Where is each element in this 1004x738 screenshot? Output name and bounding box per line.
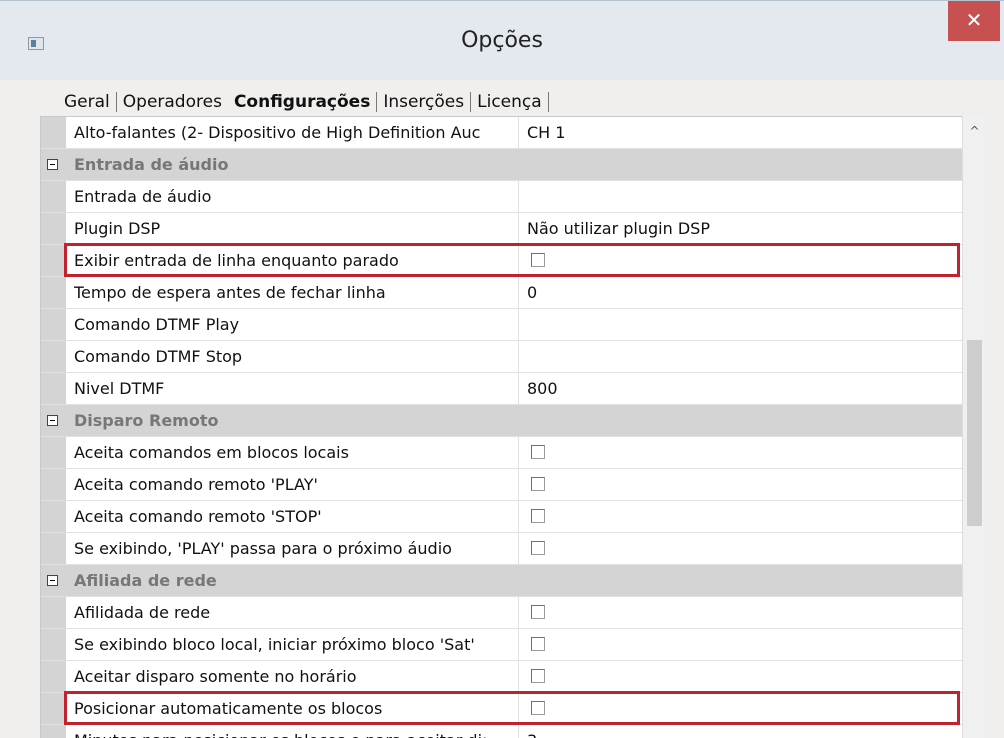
property-value[interactable]: CH 1 <box>527 117 963 148</box>
checkbox[interactable] <box>531 477 545 491</box>
property-name: Aceita comando remoto 'STOP' <box>74 501 519 532</box>
title-bar: Opções ✕ <box>0 0 1004 80</box>
property-value[interactable]: 800 <box>527 373 963 404</box>
property-name: Aceita comandos em blocos locais <box>74 437 519 468</box>
property-row[interactable]: Aceitar disparo somente no horário <box>41 661 963 693</box>
property-row[interactable]: Nivel DTMF 800 <box>41 373 963 405</box>
property-name: Aceitar disparo somente no horário <box>74 661 519 692</box>
row-margin <box>41 405 66 436</box>
window-title: Opções <box>461 28 543 53</box>
row-margin <box>41 661 66 692</box>
row-margin <box>41 725 66 738</box>
property-value[interactable] <box>527 181 963 212</box>
property-row[interactable]: Aceita comando remoto 'PLAY' <box>41 469 963 501</box>
property-name: Tempo de espera antes de fechar linha <box>74 277 519 308</box>
property-grid: Alto-falantes (2- Dispositivo de High De… <box>40 116 986 738</box>
row-margin <box>41 341 66 372</box>
property-name: Se exibindo, 'PLAY' passa para o próximo… <box>74 533 519 564</box>
property-name: Plugin DSP <box>74 213 519 244</box>
property-value[interactable] <box>527 309 963 340</box>
property-row[interactable]: Aceita comandos em blocos locais <box>41 437 963 469</box>
property-value[interactable] <box>527 469 963 500</box>
category-label: Entrada de áudio <box>74 155 229 174</box>
property-value[interactable]: 0 <box>527 277 963 308</box>
property-name: Comando DTMF Stop <box>74 341 519 372</box>
property-row[interactable]: Entrada de áudio <box>41 181 963 213</box>
tab-operadores[interactable]: Operadores <box>117 88 228 116</box>
property-row[interactable]: Comando DTMF Stop <box>41 341 963 373</box>
property-value[interactable] <box>527 597 963 628</box>
row-margin <box>41 629 66 660</box>
tab-geral[interactable]: Geral <box>58 88 116 116</box>
close-button[interactable]: ✕ <box>948 1 1000 41</box>
property-name: Entrada de áudio <box>74 181 519 212</box>
property-value[interactable] <box>527 661 963 692</box>
property-name: Afilidada de rede <box>74 597 519 628</box>
collapse-minus-icon[interactable] <box>47 159 58 170</box>
row-margin <box>41 117 66 148</box>
property-value[interactable]: Não utilizar plugin DSP <box>527 213 963 244</box>
checkbox[interactable] <box>531 605 545 619</box>
row-margin <box>41 149 66 180</box>
collapse-minus-icon[interactable] <box>47 575 58 586</box>
property-value[interactable] <box>527 533 963 564</box>
property-name: Se exibindo bloco local, iniciar próximo… <box>74 629 519 660</box>
property-value[interactable] <box>527 629 963 660</box>
row-margin <box>41 309 66 340</box>
row-margin <box>41 373 66 404</box>
property-value[interactable]: 3 <box>527 725 963 738</box>
category-label: Disparo Remoto <box>74 411 219 430</box>
row-margin <box>41 597 66 628</box>
tab-insercoes[interactable]: Inserções <box>377 88 470 116</box>
checkbox[interactable] <box>531 509 545 523</box>
row-margin <box>41 469 66 500</box>
property-name: Nivel DTMF <box>74 373 519 404</box>
category-row[interactable]: Disparo Remoto <box>41 405 963 437</box>
property-value[interactable] <box>527 341 963 372</box>
property-name: Comando DTMF Play <box>74 309 519 340</box>
collapse-minus-icon[interactable] <box>47 415 58 426</box>
highlight-box-posicionar-blocos <box>64 691 960 725</box>
property-name: Aceita comando remoto 'PLAY' <box>74 469 519 500</box>
row-margin <box>41 245 66 276</box>
property-name: Minutos para posicionar os blocos e para… <box>74 725 519 738</box>
scroll-up-arrow-icon[interactable]: ^ <box>963 124 986 144</box>
property-row[interactable]: Aceita comando remoto 'STOP' <box>41 501 963 533</box>
row-margin <box>41 277 66 308</box>
checkbox[interactable] <box>531 637 545 651</box>
property-value[interactable] <box>527 501 963 532</box>
row-margin <box>41 565 66 596</box>
property-row[interactable]: Comando DTMF Play <box>41 309 963 341</box>
tab-separator <box>547 92 549 112</box>
checkbox[interactable] <box>531 445 545 459</box>
category-label: Afiliada de rede <box>74 571 217 590</box>
highlight-box-exibir-entrada <box>64 243 960 277</box>
row-margin <box>41 533 66 564</box>
tab-bar: Geral Operadores Configurações Inserções Lic… <box>58 88 549 116</box>
property-row[interactable]: Se exibindo bloco local, iniciar próximo… <box>41 629 963 661</box>
row-margin <box>41 437 66 468</box>
property-row[interactable]: Se exibindo, 'PLAY' passa para o próximo… <box>41 533 963 565</box>
property-row[interactable]: Plugin DSP Não utilizar plugin DSP <box>41 213 963 245</box>
property-row[interactable]: Tempo de espera antes de fechar linha 0 <box>41 277 963 309</box>
row-margin <box>41 181 66 212</box>
property-row[interactable]: Minutos para posicionar os blocos e para… <box>41 725 963 738</box>
vertical-scrollbar[interactable]: ^ <box>962 116 986 738</box>
scroll-thumb[interactable] <box>967 340 982 526</box>
property-value[interactable] <box>527 437 963 468</box>
property-row[interactable]: Afilidada de rede <box>41 597 963 629</box>
checkbox[interactable] <box>531 669 545 683</box>
category-row[interactable]: Entrada de áudio <box>41 149 963 181</box>
tab-configuracoes[interactable]: Configurações <box>228 88 376 116</box>
property-name: Alto-falantes (2- Dispositivo de High De… <box>74 117 519 148</box>
row-margin <box>41 501 66 532</box>
property-row[interactable]: Alto-falantes (2- Dispositivo de High De… <box>41 117 963 149</box>
row-margin <box>41 693 66 724</box>
row-margin <box>41 213 66 244</box>
tab-licenca[interactable]: Licença <box>471 88 548 116</box>
checkbox[interactable] <box>531 541 545 555</box>
category-row[interactable]: Afiliada de rede <box>41 565 963 597</box>
